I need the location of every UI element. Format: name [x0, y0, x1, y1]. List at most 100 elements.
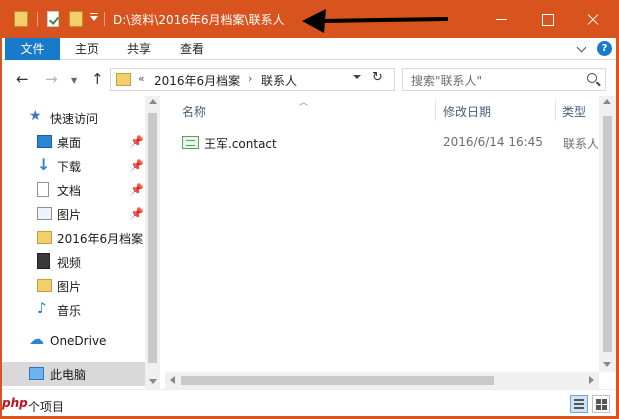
title-bar: D:\资料\2016年6月档案\联系人: [0, 0, 619, 38]
column-divider[interactable]: [435, 99, 436, 121]
sidebar-item-label: 图片: [57, 208, 82, 222]
sidebar-item-label: 音乐: [57, 304, 82, 318]
sidebar-item-label: 此电脑: [50, 368, 87, 382]
back-arrow-icon[interactable]: ←: [16, 71, 29, 87]
document-icon: [37, 182, 49, 197]
search-input[interactable]: 搜索"联系人": [402, 68, 606, 91]
address-bar[interactable]: « 2016年6月档案 › 联系人: [110, 68, 395, 91]
sidebar-item-label: 视频: [57, 256, 82, 270]
recent-locations-chevron-icon[interactable]: ▼: [71, 73, 77, 89]
sidebar-item-downloads[interactable]: ↓ 下载 📌: [0, 154, 145, 178]
sidebar-item-documents[interactable]: 文档 📌: [0, 178, 145, 202]
sidebar-item-quick-access[interactable]: ★ 快速访问: [0, 106, 145, 130]
scroll-down-icon[interactable]: [149, 379, 157, 384]
sidebar-item-label: 快速访问: [50, 112, 99, 126]
breadcrumb-segment[interactable]: 2016年6月档案: [154, 72, 240, 89]
status-bar: php 个项目: [0, 389, 619, 419]
scrollbar-thumb[interactable]: [603, 116, 612, 352]
scroll-right-icon[interactable]: [589, 376, 594, 384]
scroll-up-icon[interactable]: [603, 99, 611, 104]
expand-ribbon-chevron-icon[interactable]: [576, 42, 587, 53]
scroll-left-icon[interactable]: [170, 376, 175, 384]
desktop-icon: [37, 135, 52, 148]
navigation-bar: ← → ▼ ↑ « 2016年6月档案 › 联系人 搜索"联系人": [0, 62, 619, 96]
column-divider[interactable]: [555, 99, 556, 121]
sort-ascending-icon: ︿: [299, 98, 309, 108]
address-history-dropdown-icon[interactable]: [353, 75, 361, 79]
scroll-up-icon[interactable]: [149, 99, 157, 104]
download-icon: ↓: [37, 155, 51, 174]
sidebar-item-label: 2016年6月档案: [57, 232, 144, 246]
large-icons-view-button[interactable]: [592, 395, 610, 413]
file-list-vertical-scrollbar[interactable]: [599, 96, 616, 372]
item-count-text: 个项目: [28, 400, 65, 414]
help-button[interactable]: ?: [597, 41, 612, 56]
scroll-down-icon[interactable]: [603, 362, 611, 367]
contact-file-icon: [182, 136, 199, 149]
sidebar-item-archive-folder[interactable]: 2016年6月档案: [0, 226, 145, 250]
ribbon-tabs: 文件 主页 共享 查看 ?: [0, 38, 619, 60]
file-list: ︿ 名称 修改日期 类型 王军.contact 2016/6/14 16:45 …: [165, 96, 619, 372]
folder-icon: [37, 279, 52, 292]
tab-home[interactable]: 主页: [75, 38, 99, 60]
folder-icon: [14, 11, 28, 27]
breadcrumb-separator[interactable]: ›: [248, 72, 252, 85]
refresh-icon[interactable]: ↻: [372, 70, 383, 85]
column-header-date[interactable]: 修改日期: [443, 103, 491, 120]
new-folder-icon[interactable]: [69, 11, 83, 27]
tab-file[interactable]: 文件: [5, 38, 60, 60]
sidebar-item-this-pc[interactable]: 此电脑: [0, 362, 145, 386]
search-placeholder: 搜索"联系人": [411, 74, 483, 88]
pin-icon[interactable]: 📌: [130, 183, 144, 196]
scrollbar-thumb[interactable]: [181, 376, 494, 385]
sidebar-item-label: 桌面: [57, 136, 82, 150]
sidebar-item-desktop[interactable]: 桌面 📌: [0, 130, 145, 154]
sidebar-item-label: OneDrive: [50, 334, 107, 348]
site-watermark: php: [2, 396, 28, 410]
picture-icon: [37, 207, 52, 220]
music-icon: ♪: [37, 299, 47, 317]
window-border: [0, 38, 2, 419]
properties-icon[interactable]: [47, 11, 59, 27]
close-button[interactable]: [570, 0, 616, 38]
forward-arrow-icon[interactable]: →: [45, 71, 58, 87]
folder-icon: [37, 231, 52, 244]
star-icon: ★: [29, 108, 42, 124]
sidebar-item-pictures[interactable]: 图片 📌: [0, 202, 145, 226]
title-separator: [104, 12, 105, 26]
search-icon[interactable]: [587, 73, 597, 83]
annotation-arrow-icon: [302, 9, 449, 33]
title-separator: [37, 12, 38, 26]
breadcrumb-segment[interactable]: 联系人: [261, 72, 297, 89]
sidebar-item-label: 文档: [57, 184, 82, 198]
maximize-button[interactable]: [524, 0, 570, 38]
address-overflow-chevron[interactable]: «: [138, 72, 145, 85]
pin-icon[interactable]: 📌: [130, 207, 144, 220]
pin-icon[interactable]: 📌: [130, 159, 144, 172]
up-arrow-icon[interactable]: ↑: [91, 71, 104, 87]
sidebar-item-label: 下载: [57, 160, 82, 174]
navigation-pane: ★ 快速访问 桌面 📌 ↓ 下载 📌 文档 📌 图片 📌 2016年6月档案 视…: [0, 96, 160, 389]
pin-icon[interactable]: 📌: [130, 135, 144, 148]
computer-icon: [29, 367, 44, 380]
sidebar-item-music[interactable]: ♪ 音乐: [0, 298, 145, 322]
sidebar-item-onedrive[interactable]: ☁ OneDrive: [0, 330, 145, 354]
table-row[interactable]: 王军.contact 2016/6/14 16:45 联系人文件: [182, 133, 619, 153]
scrollbar-thumb[interactable]: [148, 113, 157, 363]
details-view-icon: [574, 399, 584, 401]
minimize-button[interactable]: [478, 0, 524, 38]
column-header-type[interactable]: 类型: [562, 103, 586, 120]
sidebar-item-videos[interactable]: 视频: [0, 250, 145, 274]
column-header-name[interactable]: 名称: [182, 103, 206, 120]
file-list-horizontal-scrollbar[interactable]: [165, 372, 599, 389]
sidebar-item-pictures-folder[interactable]: 图片: [0, 274, 145, 298]
video-icon: [37, 253, 50, 269]
tab-view[interactable]: 查看: [180, 38, 204, 60]
tab-share[interactable]: 共享: [127, 38, 151, 60]
file-name: 王军.contact: [204, 137, 277, 151]
details-view-button[interactable]: [570, 395, 588, 413]
navigation-pane-scrollbar[interactable]: [145, 96, 160, 389]
quick-access-dropdown-icon[interactable]: [90, 16, 98, 21]
folder-icon: [116, 73, 131, 86]
cloud-icon: ☁: [29, 330, 44, 348]
